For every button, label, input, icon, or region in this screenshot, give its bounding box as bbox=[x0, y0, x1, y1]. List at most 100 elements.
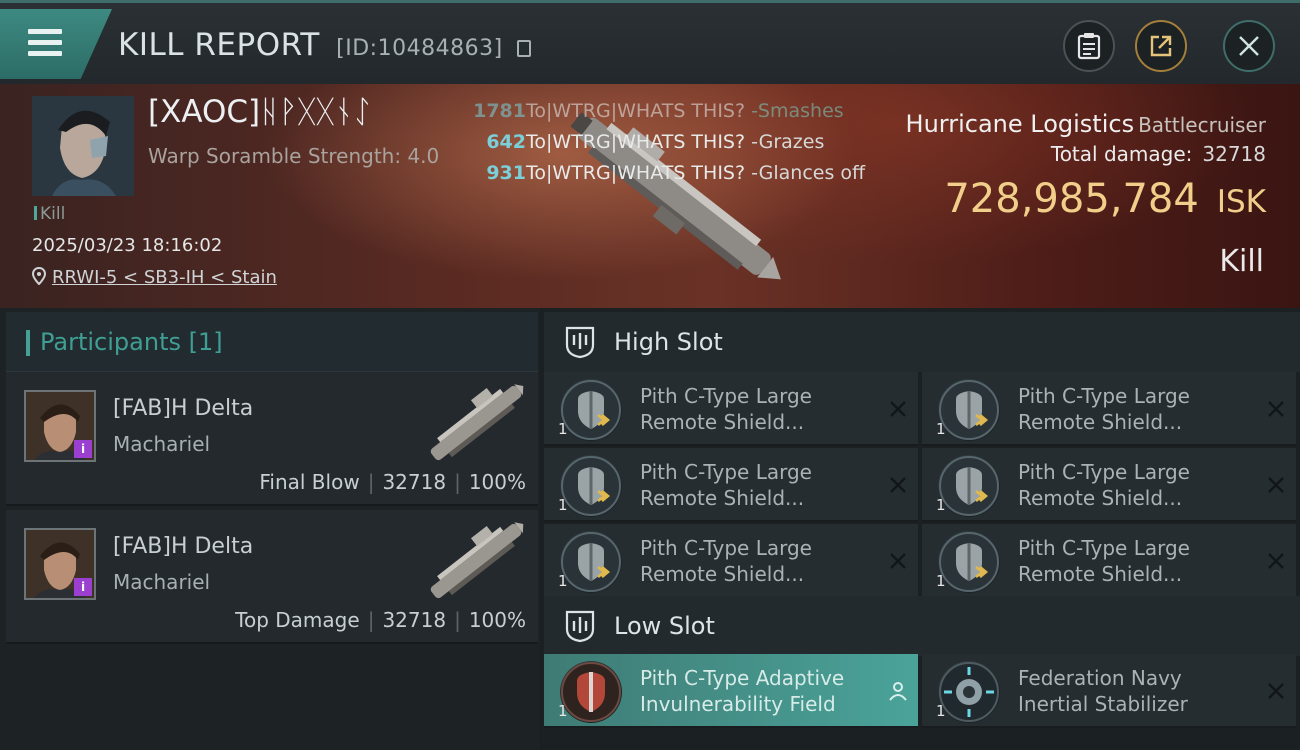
close-icon bbox=[1239, 36, 1259, 56]
page-title: KILL REPORT [ID:10484863] bbox=[118, 27, 532, 63]
location-pin-icon bbox=[31, 266, 47, 286]
participant-ship-image bbox=[430, 384, 524, 461]
remove-module-icon[interactable] bbox=[1266, 681, 1286, 701]
module-icon[interactable] bbox=[938, 455, 1000, 517]
module-slot[interactable]: 1 Pith C-Type Large Remote Shield... bbox=[922, 524, 1296, 598]
module-slot[interactable]: 1 Pith C-Type Large Remote Shield... bbox=[922, 448, 1296, 522]
remote-shield-icon bbox=[939, 380, 999, 440]
high-slot-header: High Slot bbox=[544, 312, 1300, 372]
participant-ship: Machariel bbox=[113, 432, 211, 456]
total-damage-label: Total damage: bbox=[1050, 142, 1193, 166]
share-button[interactable] bbox=[1135, 20, 1187, 72]
module-icon[interactable] bbox=[938, 531, 1000, 593]
info-badge-icon[interactable]: i bbox=[74, 440, 92, 458]
stat-divider: | bbox=[454, 470, 461, 494]
module-name: Pith C-Type Large Remote Shield... bbox=[640, 460, 812, 510]
clipboard-icon bbox=[1077, 33, 1101, 60]
module-quantity: 1 bbox=[558, 496, 568, 514]
stat-divider: | bbox=[454, 608, 461, 632]
kill-tag-text: Kill bbox=[40, 204, 66, 224]
module-quantity: 1 bbox=[936, 496, 946, 514]
module-name: Pith C-Type Large Remote Shield... bbox=[1018, 536, 1190, 586]
hit-damage: 1781 bbox=[473, 100, 526, 122]
damage-log-entry: 642To|WTRG|WHATS THIS? -Grazes bbox=[462, 127, 865, 158]
participant-portrait[interactable]: i bbox=[24, 528, 96, 600]
remove-module-icon[interactable] bbox=[1266, 475, 1286, 495]
stat-divider: | bbox=[367, 608, 375, 632]
kill-location[interactable]: RRWI-5 < SB3-IH < Stain bbox=[31, 266, 277, 288]
module-slot[interactable]: 1 Pith C-Type Large Remote Shield... bbox=[922, 372, 1296, 446]
participants-panel: Participants [1] i [FAB]H Delta Machariel F… bbox=[0, 308, 540, 750]
module-slot[interactable]: 1 Pith C-Type Large Remote Shield... bbox=[544, 372, 918, 446]
hit-target: To|WTRG|WHATS THIS? bbox=[526, 131, 746, 153]
kill-report-header: KILL REPORT [ID:10484863] bbox=[0, 0, 1300, 84]
kill-tag: Kill bbox=[34, 204, 65, 224]
participant-row[interactable]: i [FAB]H Delta Machariel Top Damage | 32718 | 1… bbox=[6, 510, 538, 644]
participant-portrait[interactable]: i bbox=[24, 390, 96, 462]
person-icon[interactable] bbox=[888, 681, 908, 701]
hamburger-icon-bar bbox=[28, 51, 62, 56]
high-slot-icon bbox=[565, 326, 595, 359]
fitting-panel: High Slot 1 Pith C-Type Large Remote Shie… bbox=[542, 308, 1300, 750]
stat-divider: | bbox=[367, 470, 375, 494]
remote-shield-icon bbox=[939, 532, 999, 592]
share-icon bbox=[1150, 35, 1172, 57]
low-slot-icon bbox=[565, 610, 595, 643]
module-slot[interactable]: 1 Pith C-Type Adaptive Invulnerability Fi… bbox=[544, 654, 918, 728]
low-slot-header: Low Slot bbox=[544, 596, 1300, 656]
copy-icon[interactable] bbox=[517, 40, 532, 57]
total-damage-value: 32718 bbox=[1202, 142, 1266, 166]
remove-module-icon[interactable] bbox=[1266, 551, 1286, 571]
module-quantity: 1 bbox=[936, 572, 946, 590]
damage-log-entry: 1781To|WTRG|WHATS THIS? -Smashes bbox=[462, 96, 865, 127]
report-id: [ID:10484863] bbox=[336, 36, 503, 61]
module-slot[interactable]: 1 Federation Navy Inertial Stabilizer bbox=[922, 654, 1296, 728]
module-quantity: 1 bbox=[936, 702, 946, 720]
isk-amount: 728,985,784 bbox=[944, 176, 1199, 222]
participants-header: Participants [1] bbox=[6, 312, 538, 372]
remote-shield-icon bbox=[561, 456, 621, 516]
module-icon[interactable] bbox=[560, 379, 622, 441]
victim-name: [XAOC]ᚺᚹᚷᚷᚾᛇ bbox=[148, 94, 372, 130]
participant-percent: 100% bbox=[468, 608, 526, 632]
hit-verb: -Glances off bbox=[751, 162, 866, 184]
remove-module-icon[interactable] bbox=[888, 551, 908, 571]
kill-tag-marker bbox=[34, 206, 37, 220]
module-quantity: 1 bbox=[558, 702, 568, 720]
module-name: Pith C-Type Large Remote Shield... bbox=[640, 536, 812, 586]
module-slot[interactable]: 1 Pith C-Type Large Remote Shield... bbox=[544, 524, 918, 598]
result-label: Kill bbox=[1219, 244, 1264, 279]
participants-title: Participants [1] bbox=[40, 328, 223, 356]
location-link[interactable]: RRWI-5 < SB3-IH < Stain bbox=[52, 267, 277, 288]
module-quantity: 1 bbox=[558, 572, 568, 590]
remove-module-icon[interactable] bbox=[888, 475, 908, 495]
info-badge-icon[interactable]: i bbox=[74, 578, 92, 596]
module-icon[interactable] bbox=[938, 379, 1000, 441]
participant-role: Final Blow bbox=[259, 470, 360, 494]
participant-row[interactable]: i [FAB]H Delta Machariel Final Blow | 32718 | 1… bbox=[6, 372, 538, 506]
module-icon[interactable] bbox=[560, 455, 622, 517]
victim-ship-name: Hurricane Logistics bbox=[905, 110, 1135, 138]
module-slot[interactable]: 1 Pith C-Type Large Remote Shield... bbox=[544, 448, 918, 522]
participants-header-marker bbox=[26, 330, 30, 356]
close-button[interactable] bbox=[1223, 20, 1275, 72]
clipboard-button[interactable] bbox=[1063, 20, 1115, 72]
module-icon[interactable] bbox=[560, 531, 622, 593]
participant-damage: 32718 bbox=[382, 608, 447, 632]
remove-module-icon[interactable] bbox=[888, 399, 908, 419]
victim-ship[interactable]: Hurricane Logistics Battlecruiser bbox=[906, 110, 1266, 138]
isk-unit: ISK bbox=[1216, 184, 1266, 220]
participant-stats: Top Damage | 32718 | 100% bbox=[235, 608, 526, 632]
remove-module-icon[interactable] bbox=[1266, 399, 1286, 419]
participant-name: [FAB]H Delta bbox=[113, 396, 254, 421]
menu-button[interactable] bbox=[0, 9, 112, 79]
participant-role: Top Damage bbox=[235, 608, 360, 632]
module-icon[interactable] bbox=[560, 661, 622, 723]
hamburger-icon bbox=[28, 29, 62, 34]
victim-portrait[interactable] bbox=[32, 96, 134, 196]
remote-shield-icon bbox=[561, 380, 621, 440]
participant-ship: Machariel bbox=[113, 570, 211, 594]
module-name: Pith C-Type Adaptive Invulnerability Fie… bbox=[640, 666, 845, 716]
victim-ship-class: Battlecruiser bbox=[1138, 113, 1266, 137]
module-icon[interactable] bbox=[938, 661, 1000, 723]
